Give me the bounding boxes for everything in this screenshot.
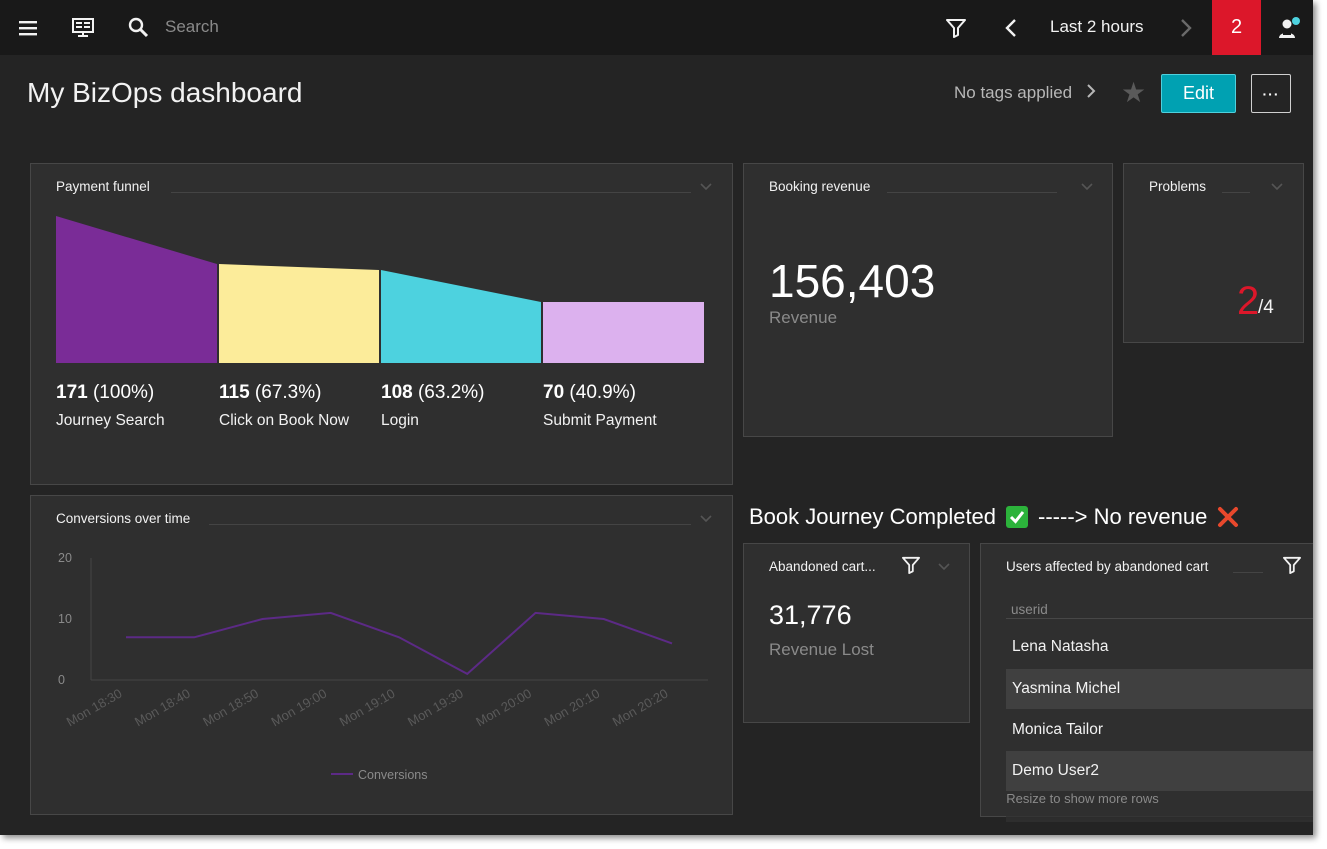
top-navigation-bar: Search Last 2 hours 2 [0,0,1313,55]
x-tick-label: Mon 20:00 [473,686,534,730]
chevron-down-icon[interactable] [937,559,951,577]
user-icon[interactable] [1276,0,1302,55]
cross-mark-icon [1217,506,1239,528]
funnel-stat: 108 (63.2%) Login [381,382,485,429]
table-column-header[interactable]: userid [1011,602,1048,617]
funnel-segment-2[interactable] [219,264,379,363]
x-tick-label: Mon 18:40 [132,686,193,730]
chevron-right-icon[interactable] [1086,82,1096,105]
funnel-chart [56,216,704,363]
table-row[interactable]: Lena Natasha [1006,627,1313,667]
funnel-stat: 171 (100%) Journey Search [56,382,165,429]
more-options-button[interactable]: ··· [1251,74,1291,113]
tile-title: Users affected by abandoned cart [1006,559,1209,574]
funnel-segment-4[interactable] [543,302,704,363]
revenue-value: 156,403 [769,255,936,307]
funnel-segment-3[interactable] [381,270,541,363]
previous-timeframe-icon[interactable] [1000,0,1022,55]
open-problems-value: 2 [1237,279,1260,323]
filter-icon[interactable] [944,0,968,55]
headline-right-text: -----> No revenue [1038,504,1208,529]
conversions-tile[interactable]: Conversions over time 0 10 20 Mon 18:30 Mon… [30,495,733,815]
problems-tile[interactable]: Problems 2 /4 [1123,163,1304,343]
funnel-stat: 70 (40.9%) Submit Payment [543,382,657,429]
abandoned-cart-tile[interactable]: Abandoned cart... 31,776 Revenue Lost [743,543,970,723]
funnel-stat: 115 (67.3%) Click on Book Now [219,382,350,429]
headline-left-text: Book Journey Completed [749,504,997,529]
x-tick-label: Mon 19:30 [405,686,466,730]
revenue-label: Revenue [769,308,838,327]
total-problems-value: /4 [1258,297,1274,318]
users-affected-tile[interactable]: Users affected by abandoned cart userid … [980,543,1313,822]
resize-hint: Resize to show more rows [1006,791,1159,806]
dashboard-icon[interactable] [70,0,96,55]
tile-divider [1222,192,1250,193]
table-row[interactable]: Yasmina Michel [1006,669,1313,709]
tile-divider [1233,572,1263,573]
tile-title: Booking revenue [769,179,871,194]
chevron-down-icon[interactable] [1270,179,1284,197]
series-line-conversions[interactable] [126,611,673,676]
y-tick-label: 10 [58,612,72,626]
app-window: Search Last 2 hours 2 My BizOps dashboar… [0,0,1313,835]
y-tick-label: 0 [58,673,65,687]
x-tick-label: Mon 19:00 [269,686,330,730]
tags-link[interactable]: No tags applied [954,83,1072,103]
tile-divider [887,192,1057,193]
menu-icon[interactable] [15,0,41,55]
x-tick-label: Mon 18:30 [64,686,125,730]
tile-title: Abandoned cart... [769,559,876,574]
problems-badge[interactable]: 2 [1212,0,1261,55]
filter-icon[interactable] [1283,556,1301,579]
booking-revenue-tile[interactable]: Booking revenue 156,403 Revenue [743,163,1113,437]
chevron-down-icon[interactable] [1080,179,1094,197]
next-timeframe-icon[interactable] [1175,0,1197,55]
x-tick-label: Mon 19:10 [337,686,398,730]
funnel-segment-1[interactable] [56,216,217,363]
page-title: My BizOps dashboard [27,77,303,108]
search-icon[interactable] [126,0,150,55]
table-row[interactable]: Demo User2 [1006,751,1313,791]
legend-label[interactable]: Conversions [358,768,427,782]
tile-title: Problems [1149,179,1207,194]
edit-button[interactable]: Edit [1161,74,1236,113]
favorite-star-icon[interactable]: ★ [1121,78,1146,108]
revenue-lost-label: Revenue Lost [769,640,874,659]
conversions-line-chart: 01020 Mon 18:30 Mon 18:40 Mon 18:50 Mon 19:… [58,551,708,782]
annotation-headline: Book Journey Completed -----> No revenue [749,504,1249,530]
search-input[interactable]: Search [165,17,219,37]
payment-funnel-tile[interactable]: Payment funnel 171 (100%) Journey Search… [30,163,733,485]
check-mark-icon [1006,506,1029,528]
table-header-divider [1006,618,1313,619]
revenue-lost-value: 31,776 [769,600,852,630]
x-tick-label: Mon 18:50 [200,686,261,730]
x-tick-label: Mon 20:10 [542,686,603,730]
timeframe-selector[interactable]: Last 2 hours [1050,17,1144,37]
table-row[interactable]: Monica Tailor [1006,710,1313,750]
x-tick-label: Mon 20:20 [610,686,671,730]
y-tick-label: 20 [58,551,72,565]
filter-icon[interactable] [902,556,920,579]
